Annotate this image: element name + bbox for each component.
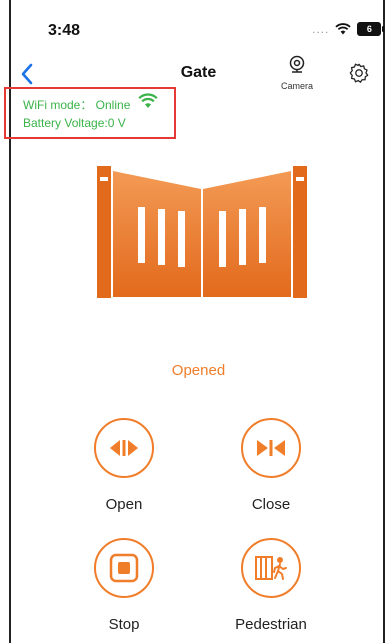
- wifi-icon: [335, 23, 351, 35]
- page-title: Gate: [180, 64, 217, 81]
- camera-label: Camera: [280, 81, 313, 91]
- pedestrian-label: Pedestrian: [235, 616, 307, 633]
- status-indicators: .... 6: [312, 22, 385, 36]
- battery-voltage-text: Battery Voltage:0 V: [23, 116, 126, 130]
- pedestrian-button-circle[interactable]: [241, 538, 301, 598]
- stop-button[interactable]: Stop: [74, 538, 174, 633]
- stop-label: Stop: [108, 616, 140, 633]
- stop-button-circle[interactable]: [94, 538, 154, 598]
- camera-button[interactable]: Camera: [276, 55, 318, 91]
- open-button[interactable]: Open: [74, 418, 174, 513]
- gate-icon: [97, 166, 307, 298]
- camera-icon: [289, 55, 305, 73]
- wifi-online-icon: [138, 93, 158, 108]
- signal-icon: ....: [312, 22, 330, 36]
- close-button-circle[interactable]: [241, 418, 301, 478]
- close-label: Close: [251, 496, 291, 513]
- stop-icon: [109, 553, 139, 583]
- pedestrian-button[interactable]: Pedestrian: [221, 538, 321, 633]
- close-button[interactable]: Close: [221, 418, 321, 513]
- screen-border-right: [383, 0, 385, 643]
- open-button-circle[interactable]: [94, 418, 154, 478]
- battery-icon: 6: [357, 22, 385, 36]
- pedestrian-icon: [255, 556, 287, 580]
- open-icon: [110, 440, 138, 456]
- open-label: Open: [105, 496, 143, 513]
- gate-status: Opened: [171, 362, 226, 379]
- gear-icon[interactable]: [348, 62, 370, 84]
- wifi-mode-text: WiFi mode： Online: [23, 98, 131, 112]
- status-time: 3:48: [48, 22, 81, 39]
- close-icon: [257, 440, 285, 456]
